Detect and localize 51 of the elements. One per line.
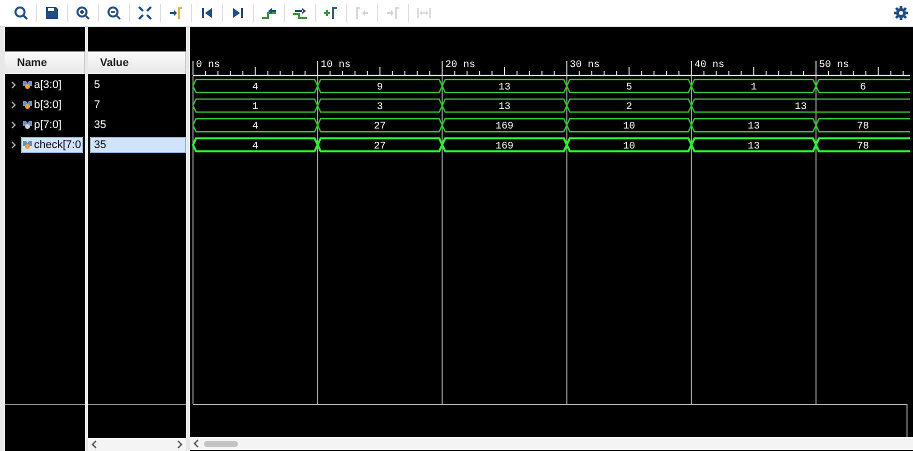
bus-value: 27 xyxy=(374,141,386,152)
bus-value: 13 xyxy=(794,102,807,114)
bus-value: 10 xyxy=(623,122,636,133)
bus-value: 10 xyxy=(623,141,636,152)
bus-value: 27 xyxy=(374,122,386,133)
signal-value: 7 xyxy=(93,98,102,113)
time-label: 50 ns xyxy=(819,60,850,71)
bus-value: 4 xyxy=(252,141,258,152)
bus-icon xyxy=(23,100,32,110)
signal-name[interactable]: p[7:0] xyxy=(21,117,64,133)
bus-value: 169 xyxy=(496,122,514,133)
scroll-left-icon[interactable] xyxy=(193,439,199,448)
expand-icon[interactable] xyxy=(11,101,17,109)
bus-value: 5 xyxy=(626,82,632,94)
bus-value: 13 xyxy=(498,102,510,114)
time-label: 30 ns xyxy=(570,60,600,71)
bus-value: 78 xyxy=(857,122,869,133)
bus-value: 2 xyxy=(626,102,632,114)
bus-value: 9 xyxy=(376,82,383,94)
column-header[interactable]: Name xyxy=(5,52,85,74)
bus-value: 3 xyxy=(376,102,383,114)
bus-icon xyxy=(23,80,32,90)
time-label: 0 ns xyxy=(196,60,220,71)
bus-icon xyxy=(23,140,32,150)
bus-value: 6 xyxy=(860,82,866,94)
signal-name[interactable]: a[3:0] xyxy=(21,77,64,93)
bus-value: 4 xyxy=(252,82,258,94)
scroll-thumb[interactable] xyxy=(204,440,238,446)
signal-value: 35 xyxy=(93,118,108,133)
signal-value: 5 xyxy=(93,78,102,93)
time-label: 20 ns xyxy=(445,60,476,71)
time-label: 40 ns xyxy=(694,60,724,71)
signal-value: 35 xyxy=(90,137,186,153)
bus-value: 1 xyxy=(750,82,757,94)
time-label: 10 ns xyxy=(320,60,351,71)
bus-value: 13 xyxy=(748,122,760,133)
bus-value: 78 xyxy=(857,141,869,152)
signal-name[interactable]: b[3:0] xyxy=(21,97,64,113)
column-header[interactable]: Value xyxy=(88,52,186,74)
bus-value: 13 xyxy=(498,82,510,94)
bus-value: 13 xyxy=(748,141,760,152)
signal-name[interactable]: check[7:0 xyxy=(21,137,84,153)
scroll-right-icon[interactable] xyxy=(177,440,183,449)
bus-icon xyxy=(23,120,32,130)
scroll-left-icon[interactable] xyxy=(91,440,97,449)
expand-icon[interactable] xyxy=(11,121,17,129)
bus-value: 1 xyxy=(252,102,258,114)
bus-value: 169 xyxy=(496,141,514,152)
expand-icon[interactable] xyxy=(11,141,17,149)
expand-icon[interactable] xyxy=(11,81,17,89)
bus-value: 4 xyxy=(252,122,258,133)
